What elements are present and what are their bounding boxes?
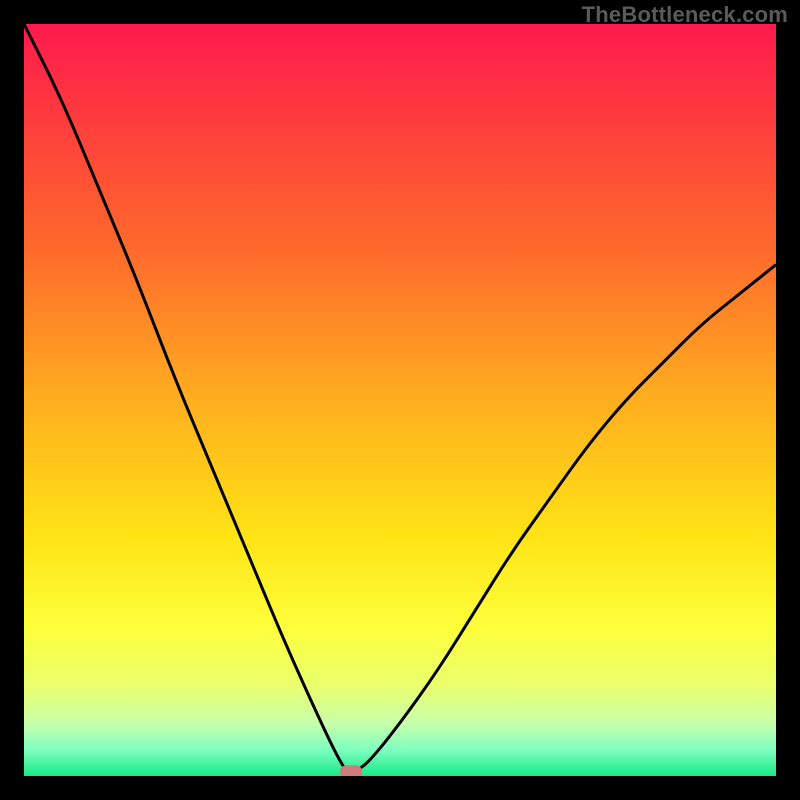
gradient-background (24, 24, 776, 776)
chart-frame: TheBottleneck.com (0, 0, 800, 800)
optimum-marker (340, 765, 362, 776)
chart-svg (24, 24, 776, 776)
plot-area (24, 24, 776, 776)
